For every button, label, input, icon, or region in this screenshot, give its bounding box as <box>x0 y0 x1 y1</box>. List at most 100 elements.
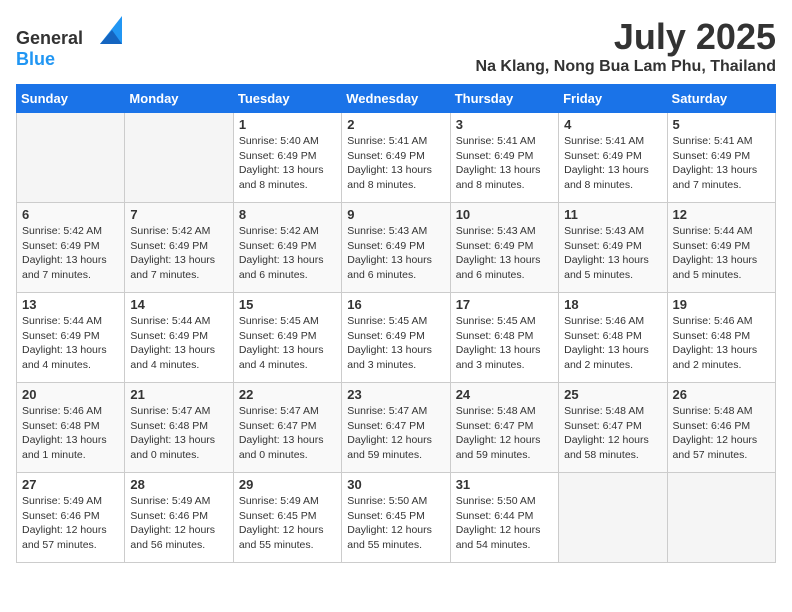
calendar-cell: 25 Sunrise: 5:48 AMSunset: 6:47 PMDayligh… <box>559 383 667 473</box>
page-header: General Blue July 2025 Na Klang, Nong Bu… <box>16 16 776 76</box>
calendar-cell: 10 Sunrise: 5:43 AMSunset: 6:49 PMDayligh… <box>450 203 558 293</box>
day-info: Sunrise: 5:42 AMSunset: 6:49 PMDaylight:… <box>22 224 119 283</box>
day-info: Sunrise: 5:46 AMSunset: 6:48 PMDaylight:… <box>673 314 770 373</box>
calendar-cell: 12 Sunrise: 5:44 AMSunset: 6:49 PMDayligh… <box>667 203 775 293</box>
day-number: 24 <box>456 387 553 402</box>
subtitle: Na Klang, Nong Bua Lam Phu, Thailand <box>476 58 776 76</box>
calendar-cell: 7Sunrise: 5:42 AMSunset: 6:49 PMDaylight… <box>125 203 233 293</box>
calendar-cell <box>17 113 125 203</box>
day-number: 10 <box>456 207 553 222</box>
day-number: 1 <box>239 117 336 132</box>
day-number: 30 <box>347 477 444 492</box>
day-number: 25 <box>564 387 661 402</box>
day-info: Sunrise: 5:49 AMSunset: 6:45 PMDaylight:… <box>239 494 336 553</box>
day-info: Sunrise: 5:44 AMSunset: 6:49 PMDaylight:… <box>22 314 119 373</box>
day-number: 11 <box>564 207 661 222</box>
day-info: Sunrise: 5:49 AMSunset: 6:46 PMDaylight:… <box>22 494 119 553</box>
day-info: Sunrise: 5:47 AMSunset: 6:48 PMDaylight:… <box>130 404 227 463</box>
day-number: 14 <box>130 297 227 312</box>
main-title: July 2025 <box>476 16 776 58</box>
day-info: Sunrise: 5:44 AMSunset: 6:49 PMDaylight:… <box>130 314 227 373</box>
day-of-week-header: Tuesday <box>233 85 341 113</box>
day-info: Sunrise: 5:45 AMSunset: 6:49 PMDaylight:… <box>239 314 336 373</box>
day-number: 19 <box>673 297 770 312</box>
day-number: 26 <box>673 387 770 402</box>
day-number: 4 <box>564 117 661 132</box>
calendar-cell: 27 Sunrise: 5:49 AMSunset: 6:46 PMDayligh… <box>17 473 125 563</box>
day-number: 3 <box>456 117 553 132</box>
calendar-cell: 19 Sunrise: 5:46 AMSunset: 6:48 PMDayligh… <box>667 293 775 383</box>
day-number: 18 <box>564 297 661 312</box>
day-of-week-header: Monday <box>125 85 233 113</box>
calendar-cell: 24 Sunrise: 5:48 AMSunset: 6:47 PMDayligh… <box>450 383 558 473</box>
calendar-cell: 8 Sunrise: 5:42 AMSunset: 6:49 PMDaylight… <box>233 203 341 293</box>
day-number: 5 <box>673 117 770 132</box>
calendar-cell: 9 Sunrise: 5:43 AMSunset: 6:49 PMDaylight… <box>342 203 450 293</box>
calendar-cell: 15Sunrise: 5:45 AMSunset: 6:49 PMDayligh… <box>233 293 341 383</box>
day-of-week-header: Thursday <box>450 85 558 113</box>
logo-general-text: General <box>16 28 83 48</box>
day-of-week-header: Sunday <box>17 85 125 113</box>
calendar-cell <box>667 473 775 563</box>
calendar-cell: 5 Sunrise: 5:41 AMSunset: 6:49 PMDaylight… <box>667 113 775 203</box>
day-info: Sunrise: 5:40 AMSunset: 6:49 PMDaylight:… <box>239 134 336 193</box>
calendar-cell: 13 Sunrise: 5:44 AMSunset: 6:49 PMDayligh… <box>17 293 125 383</box>
day-info: Sunrise: 5:41 AMSunset: 6:49 PMDaylight:… <box>347 134 444 193</box>
day-info: Sunrise: 5:46 AMSunset: 6:48 PMDaylight:… <box>564 314 661 373</box>
day-info: Sunrise: 5:46 AMSunset: 6:48 PMDaylight:… <box>22 404 119 463</box>
day-number: 13 <box>22 297 119 312</box>
day-info: Sunrise: 5:50 AMSunset: 6:45 PMDaylight:… <box>347 494 444 553</box>
calendar-cell: 18 Sunrise: 5:46 AMSunset: 6:48 PMDayligh… <box>559 293 667 383</box>
day-number: 12 <box>673 207 770 222</box>
day-info: Sunrise: 5:43 AMSunset: 6:49 PMDaylight:… <box>564 224 661 283</box>
day-number: 9 <box>347 207 444 222</box>
day-number: 31 <box>456 477 553 492</box>
day-number: 2 <box>347 117 444 132</box>
title-block: July 2025 Na Klang, Nong Bua Lam Phu, Th… <box>476 16 776 76</box>
calendar-cell: 26 Sunrise: 5:48 AMSunset: 6:46 PMDayligh… <box>667 383 775 473</box>
calendar-cell: 4Sunrise: 5:41 AMSunset: 6:49 PMDaylight… <box>559 113 667 203</box>
calendar-cell: 22 Sunrise: 5:47 AMSunset: 6:47 PMDayligh… <box>233 383 341 473</box>
calendar-cell: 31Sunrise: 5:50 AMSunset: 6:44 PMDayligh… <box>450 473 558 563</box>
calendar-cell: 23Sunrise: 5:47 AMSunset: 6:47 PMDayligh… <box>342 383 450 473</box>
day-info: Sunrise: 5:42 AMSunset: 6:49 PMDaylight:… <box>239 224 336 283</box>
calendar-cell: 6 Sunrise: 5:42 AMSunset: 6:49 PMDaylight… <box>17 203 125 293</box>
day-number: 17 <box>456 297 553 312</box>
day-number: 22 <box>239 387 336 402</box>
day-info: Sunrise: 5:48 AMSunset: 6:47 PMDaylight:… <box>564 404 661 463</box>
calendar-cell: 14 Sunrise: 5:44 AMSunset: 6:49 PMDayligh… <box>125 293 233 383</box>
day-number: 8 <box>239 207 336 222</box>
calendar-cell: 3Sunrise: 5:41 AMSunset: 6:49 PMDaylight… <box>450 113 558 203</box>
day-info: Sunrise: 5:49 AMSunset: 6:46 PMDaylight:… <box>130 494 227 553</box>
day-info: Sunrise: 5:47 AMSunset: 6:47 PMDaylight:… <box>239 404 336 463</box>
day-info: Sunrise: 5:48 AMSunset: 6:46 PMDaylight:… <box>673 404 770 463</box>
calendar-cell: 28 Sunrise: 5:49 AMSunset: 6:46 PMDayligh… <box>125 473 233 563</box>
calendar-cell: 30 Sunrise: 5:50 AMSunset: 6:45 PMDayligh… <box>342 473 450 563</box>
calendar-cell: 21Sunrise: 5:47 AMSunset: 6:48 PMDayligh… <box>125 383 233 473</box>
day-of-week-header: Friday <box>559 85 667 113</box>
day-info: Sunrise: 5:48 AMSunset: 6:47 PMDaylight:… <box>456 404 553 463</box>
day-info: Sunrise: 5:42 AMSunset: 6:49 PMDaylight:… <box>130 224 227 283</box>
day-info: Sunrise: 5:47 AMSunset: 6:47 PMDaylight:… <box>347 404 444 463</box>
calendar-cell <box>559 473 667 563</box>
calendar-cell: 11 Sunrise: 5:43 AMSunset: 6:49 PMDayligh… <box>559 203 667 293</box>
day-info: Sunrise: 5:44 AMSunset: 6:49 PMDaylight:… <box>673 224 770 283</box>
day-number: 20 <box>22 387 119 402</box>
day-info: Sunrise: 5:45 AMSunset: 6:49 PMDaylight:… <box>347 314 444 373</box>
day-info: Sunrise: 5:43 AMSunset: 6:49 PMDaylight:… <box>456 224 553 283</box>
calendar-cell: 17 Sunrise: 5:45 AMSunset: 6:48 PMDayligh… <box>450 293 558 383</box>
calendar-cell <box>125 113 233 203</box>
day-number: 28 <box>130 477 227 492</box>
day-number: 6 <box>22 207 119 222</box>
day-info: Sunrise: 5:41 AMSunset: 6:49 PMDaylight:… <box>673 134 770 193</box>
logo-blue-text: Blue <box>16 49 55 69</box>
calendar-cell: 2 Sunrise: 5:41 AMSunset: 6:49 PMDaylight… <box>342 113 450 203</box>
day-info: Sunrise: 5:45 AMSunset: 6:48 PMDaylight:… <box>456 314 553 373</box>
calendar-cell: 1 Sunrise: 5:40 AMSunset: 6:49 PMDaylight… <box>233 113 341 203</box>
calendar-cell: 20 Sunrise: 5:46 AMSunset: 6:48 PMDayligh… <box>17 383 125 473</box>
day-number: 27 <box>22 477 119 492</box>
day-of-week-header: Wednesday <box>342 85 450 113</box>
calendar-cell: 16 Sunrise: 5:45 AMSunset: 6:49 PMDayligh… <box>342 293 450 383</box>
day-info: Sunrise: 5:43 AMSunset: 6:49 PMDaylight:… <box>347 224 444 283</box>
day-number: 16 <box>347 297 444 312</box>
